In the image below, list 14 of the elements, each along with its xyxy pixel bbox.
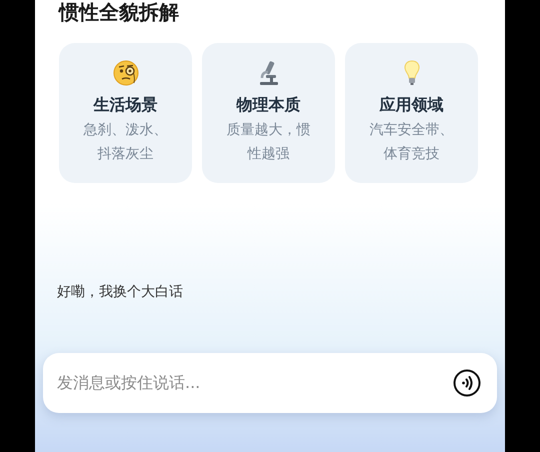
section-title: 惯性全貌拆解 — [59, 0, 179, 24]
voice-icon[interactable] — [453, 369, 481, 397]
card-description: 急刹、泼水、抖落灰尘 — [82, 121, 168, 164]
chat-message: 好嘞，我换个大白话 — [57, 283, 183, 302]
microscope-icon — [258, 60, 280, 86]
card-heading: 物理本质 — [236, 94, 300, 116]
card-description: 质量越大，惯性越强 — [226, 121, 312, 164]
light-bulb-icon — [402, 60, 420, 86]
message-input[interactable]: 发消息或按住说话... — [43, 353, 497, 413]
face-with-monocle-icon — [112, 60, 138, 86]
card-heading: 生活场景 — [94, 94, 158, 116]
card-heading: 应用领域 — [380, 94, 444, 116]
message-field[interactable]: 发消息或按住说话... — [57, 371, 453, 395]
card-description: 汽车安全带、体育竞技 — [368, 121, 454, 164]
